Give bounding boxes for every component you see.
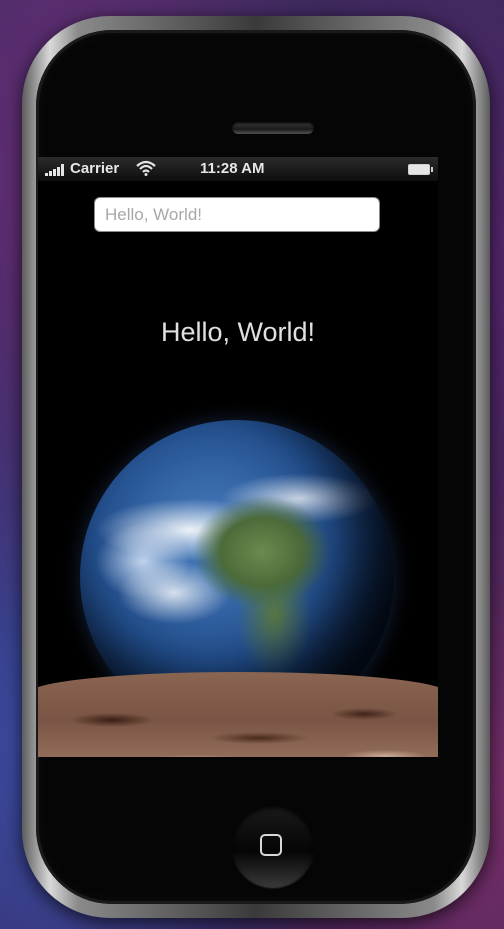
carrier-label: Carrier <box>70 160 120 177</box>
name-text-field[interactable] <box>94 197 380 232</box>
earpiece <box>232 122 314 134</box>
status-time: 11:28 AM <box>200 160 265 177</box>
status-bar: Carrier 11:28 AM <box>38 157 438 181</box>
greeting-label: Hello, World! <box>160 317 316 347</box>
home-button-icon <box>260 834 282 856</box>
signal-bars-icon <box>45 164 67 176</box>
screen: Carrier 11:28 AM Hello, World! <box>38 157 438 757</box>
wifi-icon <box>136 160 156 176</box>
moon-surface-image <box>38 672 438 757</box>
battery-icon <box>408 164 433 175</box>
home-button[interactable] <box>232 806 314 888</box>
